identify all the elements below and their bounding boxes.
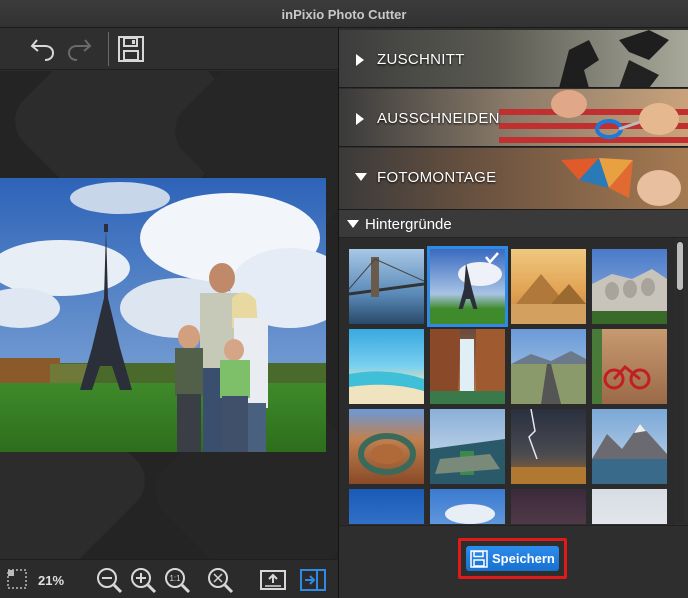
chevron-right-icon [356, 113, 364, 125]
background-thumbnail-grid [339, 238, 675, 524]
thumbnail-horseshoe-bend[interactable] [349, 409, 424, 484]
zoom-fit-button[interactable] [205, 565, 235, 595]
thumbnail-lighthouse-coast[interactable] [430, 409, 505, 484]
zoom-1to1-label: 1:1 [169, 574, 181, 583]
title-bar: inPixio Photo Cutter [0, 0, 688, 28]
montage-photo [0, 178, 326, 452]
zoom-in-icon [131, 568, 157, 594]
chevron-down-icon [355, 173, 367, 181]
subsection-hintergruende[interactable]: Hintergründe [339, 210, 688, 238]
thumbnail-lightning-storm[interactable] [511, 409, 586, 484]
panel-footer: Speichern [339, 525, 688, 598]
side-panel: ZUSCHNITT AUSSCHNEIDEN FOTOMONTAGE Hinte… [339, 28, 688, 598]
zoom-1to1-icon: 1:1 [165, 568, 191, 594]
toggle-panel-button[interactable] [298, 565, 328, 595]
floppy-disk-icon [118, 36, 144, 62]
app-window: inPixio Photo Cutter 21% 1:1 ZUSCHNITT A… [0, 0, 688, 598]
editor-pane: 21% 1:1 [0, 28, 338, 598]
toggle-panel-icon [300, 569, 326, 591]
thumbnail-red-bicycle[interactable] [592, 329, 667, 404]
toolbar-separator [108, 32, 109, 66]
thumbnail-scrollbar[interactable] [676, 240, 684, 522]
save-toolbar-button[interactable] [116, 34, 146, 64]
thumbnail-mountain-lake[interactable] [592, 409, 667, 484]
zoom-level: 21% [38, 573, 65, 588]
status-bar: 21% 1:1 [0, 559, 338, 598]
editor-toolbar [0, 28, 338, 70]
redo-arrow-icon [67, 39, 92, 61]
thumbnail-pyramids[interactable] [511, 249, 586, 324]
thumbnail-brooklyn-bridge[interactable] [349, 249, 424, 324]
thumbnail-waterfall[interactable] [430, 329, 505, 404]
save-button[interactable]: Speichern [466, 546, 559, 571]
section-ausschneiden-label: AUSSCHNEIDEN [377, 110, 500, 127]
scrollbar-thumb[interactable] [677, 242, 683, 290]
section-fotomontage-label: FOTOMONTAGE [377, 169, 497, 186]
save-button-label: Speichern [492, 551, 555, 566]
photo-canvas[interactable] [0, 71, 338, 559]
zoom-in-button[interactable] [128, 565, 158, 595]
undo-arrow-icon [30, 39, 55, 61]
export-icon [260, 570, 286, 590]
thumbnail-sunset[interactable] [511, 489, 586, 524]
thumbnail-blue-sky[interactable] [349, 489, 424, 524]
thumbnail-tropical-beach[interactable] [349, 329, 424, 404]
thumbnail-sky-bird[interactable] [592, 489, 667, 524]
thumbnail-mount-rushmore[interactable] [592, 249, 667, 324]
zoom-out-icon [97, 568, 123, 594]
chevron-down-icon [347, 220, 359, 228]
undo-button[interactable] [28, 34, 58, 64]
grid-toggle-button[interactable] [2, 564, 32, 594]
floppy-disk-icon [470, 549, 488, 568]
section-fotomontage[interactable]: FOTOMONTAGE [339, 148, 688, 210]
export-button[interactable] [258, 565, 288, 595]
chevron-right-icon [356, 54, 364, 66]
section-zuschnitt-label: ZUSCHNITT [377, 51, 465, 68]
thumbnail-blue-sky-2[interactable] [430, 489, 505, 524]
section-zuschnitt[interactable]: ZUSCHNITT [339, 30, 688, 88]
zoom-actual-size-button[interactable]: 1:1 [162, 565, 192, 595]
subsection-label: Hintergründe [365, 216, 452, 233]
section-ausschneiden[interactable]: AUSSCHNEIDEN [339, 89, 688, 147]
grid-icon [7, 569, 27, 589]
save-highlight-box: Speichern [458, 538, 567, 579]
zoom-out-button[interactable] [94, 565, 124, 595]
redo-button[interactable] [64, 34, 94, 64]
selected-check-icon [485, 252, 499, 264]
fit-to-window-icon [208, 568, 234, 594]
thumbnail-eiffel-tower[interactable] [427, 246, 508, 327]
window-title: inPixio Photo Cutter [281, 7, 407, 22]
thumbnail-desert-road[interactable] [511, 329, 586, 404]
